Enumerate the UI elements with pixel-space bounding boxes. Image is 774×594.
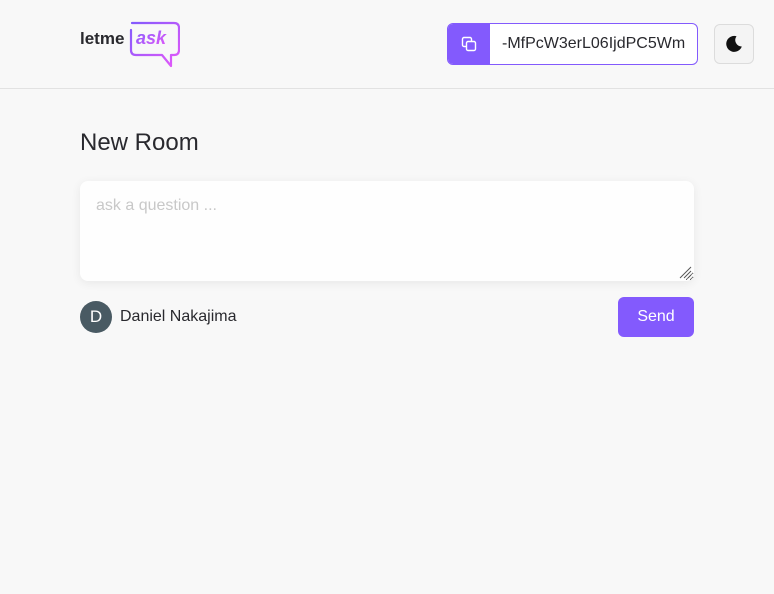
avatar: D bbox=[80, 301, 112, 333]
room-code-box[interactable]: -MfPcW3erL06IjdPC5Wm bbox=[447, 23, 698, 65]
app-header: letme ask -MfPcW3erL06IjdPC5Wm bbox=[0, 0, 774, 89]
question-input[interactable] bbox=[80, 181, 694, 281]
user-info: D Daniel Nakajima bbox=[80, 301, 237, 333]
send-button[interactable]: Send bbox=[618, 297, 694, 337]
theme-toggle-button[interactable] bbox=[714, 24, 754, 64]
logo-text-primary: letme bbox=[80, 29, 124, 48]
room-code-text: -MfPcW3erL06IjdPC5Wm bbox=[502, 35, 686, 52]
copy-room-code-button[interactable] bbox=[448, 24, 490, 64]
user-name: Daniel Nakajima bbox=[120, 308, 237, 325]
moon-icon bbox=[726, 35, 742, 52]
resize-handle-icon[interactable] bbox=[678, 265, 692, 279]
logo-text-accent: ask bbox=[136, 28, 167, 48]
page-title: New Room bbox=[80, 129, 199, 156]
copy-icon bbox=[461, 36, 477, 52]
logo[interactable]: letme ask bbox=[80, 20, 180, 68]
